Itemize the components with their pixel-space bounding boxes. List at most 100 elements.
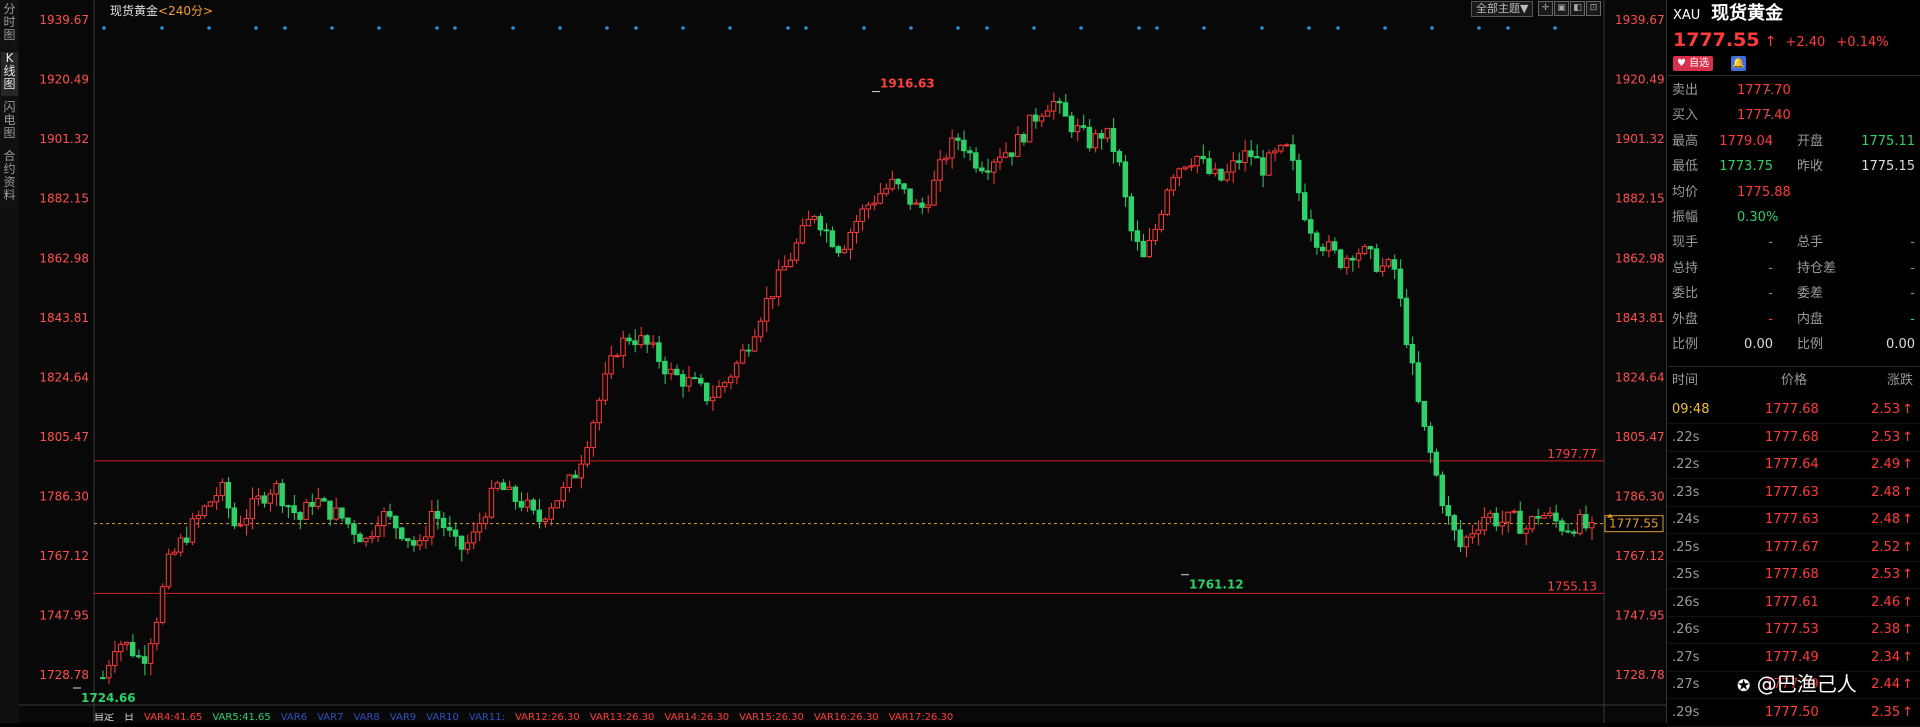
candle-body [877, 193, 883, 204]
tick-change: 2.46 ↑ [1871, 589, 1913, 616]
quote-field-value-2: 1775.15 [1861, 159, 1915, 175]
quote-field-row: 外盘 - 内盘 - [1667, 307, 1920, 332]
tick-time: .26s [1672, 594, 1700, 610]
tick-change-value: 2.53 [1871, 567, 1901, 582]
candle-body [213, 495, 220, 503]
tick-up-arrow-icon: ↑ [1902, 484, 1913, 500]
candle-body [698, 377, 704, 384]
candle-body [925, 204, 931, 208]
quote-field-label: 外盘 [1672, 311, 1699, 327]
candle-body [1194, 155, 1200, 167]
candle-body [249, 498, 255, 520]
candle-body [602, 373, 608, 401]
candle-body [686, 377, 692, 387]
layout-tool-icon[interactable]: ▣ [1554, 1, 1569, 16]
candle-body [799, 225, 806, 244]
quote-panel: XAU 现货黄金 1777.55 ↑ +2.40 +0.14% ♥ 自选 🔔 卖… [1666, 0, 1920, 727]
candle-body [709, 396, 716, 402]
self-select-button[interactable]: ♥ 自选 [1673, 56, 1714, 71]
quote-field-value: 1777.40 [1737, 108, 1791, 124]
candle-body [285, 505, 291, 508]
y-tick-label-right: 1747.95 [1615, 609, 1665, 623]
candle-body [1559, 520, 1565, 532]
candle-body [703, 382, 710, 402]
bell-alert-icon[interactable]: 🔔 [1731, 56, 1746, 71]
candle-body [991, 161, 997, 173]
quote-field-row: 总持 - 持仓差 - [1667, 256, 1920, 281]
candle-body [859, 208, 865, 222]
candle-body [1104, 127, 1111, 139]
candle-body [907, 188, 913, 205]
divider [1667, 366, 1920, 367]
candle-body [1397, 268, 1404, 299]
tick-row[interactable]: .29s 1777.50 2.35 ↑ [1667, 699, 1920, 727]
tick-row[interactable]: .26s 1777.61 2.46 ↑ [1667, 589, 1920, 617]
candle-body [500, 482, 507, 491]
tick-row[interactable]: .26s 1777.53 2.38 ↑ [1667, 616, 1920, 644]
candle-body [572, 474, 578, 479]
crosshair-tool-icon[interactable]: ✛ [1538, 1, 1553, 16]
tick-row[interactable]: .25s 1777.68 2.53 ↑ [1667, 561, 1920, 589]
signal-dot [377, 26, 381, 30]
y-tick-label-left: 1882.15 [39, 192, 89, 206]
tick-row[interactable]: .25s 1777.67 2.52 ↑ [1667, 534, 1920, 562]
candle-body [811, 215, 818, 220]
kline-chart[interactable]: 1939.67 1939.67 1920.49 1920.49 1901.32 1901.… [19, 0, 1666, 723]
candle-body [1379, 265, 1386, 272]
candle-body [464, 542, 471, 550]
tab-flash-chart[interactable]: 闪电图 [1, 101, 18, 145]
tick-up-arrow-icon: ↑ [1902, 567, 1913, 582]
signal-dot [862, 26, 866, 30]
quote-field-value-2: - [1910, 286, 1915, 302]
candle-body [955, 137, 961, 141]
indicator-label: VAR12:26.30 [514, 713, 580, 723]
tick-row[interactable]: .24s 1777.63 2.48 ↑ [1667, 506, 1920, 534]
tab-kline[interactable]: K线图 [1, 52, 18, 96]
candle-body [1589, 521, 1595, 529]
theme-select-button[interactable]: 全部主题▼ [1471, 1, 1534, 17]
candle-body [363, 537, 369, 543]
candle-body [608, 355, 614, 375]
kline-chart-area[interactable]: 1939.67 1939.67 1920.49 1920.49 1901.32 1901.… [19, 0, 1666, 723]
tick-up-arrow-icon: ↑ [1902, 429, 1913, 445]
indicator-label: VAR16:26.30 [813, 713, 879, 723]
tab-contract-info[interactable]: 合约资料 [1, 150, 18, 208]
candle-body [889, 178, 895, 190]
tick-change-value: 2.53 [1871, 402, 1901, 417]
expand-tool-icon[interactable]: ⊡ [1586, 1, 1601, 16]
candle-body [961, 139, 967, 152]
candle-body [1242, 150, 1248, 164]
candle-body [1565, 530, 1571, 533]
candle-body [321, 498, 327, 502]
tick-change: 2.53 ↑ [1871, 561, 1913, 588]
tick-row[interactable]: .22s 1777.64 2.49 ↑ [1667, 451, 1920, 479]
tab-timeshare[interactable]: 分时图 [1, 3, 18, 47]
tick-row[interactable]: 09:48 1777.68 2.53 ↑ [1667, 396, 1920, 424]
signal-dot [330, 26, 334, 30]
signal-dot [453, 26, 457, 30]
panel-tool-icon[interactable]: ◧ [1570, 1, 1585, 16]
indicator-label: VAR13:26.30 [589, 713, 655, 723]
tick-price: 1777.53 [1765, 622, 1819, 637]
ticks-header-price: 价格 [1781, 373, 1808, 388]
candle-body [1457, 529, 1463, 548]
candle-body [1313, 232, 1320, 248]
candle-body [147, 643, 154, 664]
candle-body [123, 641, 130, 645]
tick-time: .26s [1672, 622, 1700, 637]
candle-body [1385, 259, 1392, 267]
candle-body [494, 482, 501, 489]
tick-price: 1777.63 [1765, 512, 1819, 527]
y-tick-label-right: 1939.67 [1615, 13, 1665, 27]
candle-body [1469, 533, 1475, 538]
candle-body [404, 538, 411, 542]
candle-body [387, 511, 393, 517]
candle-body [865, 204, 871, 210]
candle-body [590, 422, 596, 449]
candle-body [141, 656, 148, 664]
candle-body [997, 156, 1003, 163]
tick-row[interactable]: .22s 1777.68 2.53 ↑ [1667, 424, 1920, 452]
tick-row[interactable]: .23s 1777.63 2.48 ↑ [1667, 479, 1920, 507]
candle-body [769, 296, 776, 300]
candle-body [207, 501, 214, 507]
